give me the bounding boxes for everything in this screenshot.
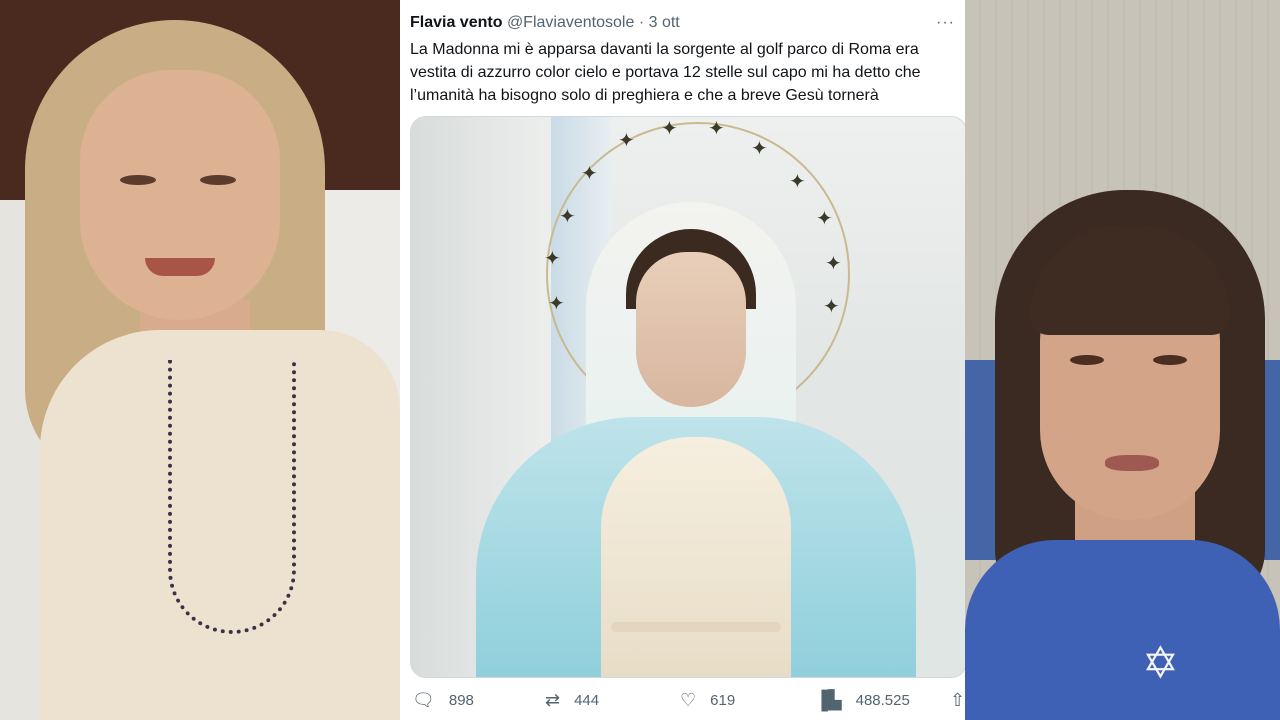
participant-mouth xyxy=(1105,455,1159,471)
reply-icon: 🗨︎ xyxy=(412,690,435,710)
views-bar-chart-icon: ▐▙ xyxy=(815,690,842,710)
header-separator: · xyxy=(638,14,645,31)
halo-star-icon: ✦ xyxy=(581,163,598,185)
retweet-count: 444 xyxy=(574,691,600,709)
participant-mouth xyxy=(145,258,215,276)
like-button[interactable]: ♡ 619 xyxy=(680,688,735,712)
halo-star-icon: ✦ xyxy=(708,118,725,140)
halo-star-icon: ✦ xyxy=(618,130,635,152)
views-count: 488.525 xyxy=(855,691,910,709)
tweet-text: La Madonna mi è apparsa davanti la sorge… xyxy=(410,41,921,104)
halo-star-icon: ✦ xyxy=(823,296,840,318)
statue-sash xyxy=(611,622,781,632)
halo-star-icon: ✦ xyxy=(548,293,565,315)
views-button[interactable]: ▐▙ 488.525 xyxy=(815,688,910,712)
reply-count: 898 xyxy=(448,691,474,709)
participant-eye xyxy=(1153,355,1187,365)
author-name[interactable]: Flavia vento xyxy=(410,14,502,31)
tweet-date[interactable]: 3 ott xyxy=(649,14,680,31)
halo-star-icon: ✦ xyxy=(816,208,833,230)
halo-star-icon: ✦ xyxy=(825,253,842,275)
participant-shirt xyxy=(965,540,1280,720)
participant-necklace xyxy=(168,360,296,634)
right-video-feed: ✡ xyxy=(965,0,1280,720)
more-options-icon[interactable]: ··· xyxy=(936,14,955,32)
star-of-david-pendant-icon: ✡ xyxy=(1142,639,1179,688)
participant-eye xyxy=(120,175,156,185)
author-handle[interactable]: @Flaviaventosole xyxy=(507,14,634,31)
tweet-card[interactable]: Flavia vento @Flaviaventosole · 3 ott ··… xyxy=(400,0,965,720)
halo-star-icon: ✦ xyxy=(661,118,678,140)
left-video-feed xyxy=(0,0,400,720)
statue-face xyxy=(636,252,746,407)
statue-robe xyxy=(601,437,791,677)
halo-star-icon: ✦ xyxy=(559,206,576,228)
halo-star-icon: ✦ xyxy=(751,138,768,160)
halo-star-icon: ✦ xyxy=(789,171,806,193)
retweet-icon: ⇄ xyxy=(545,690,561,710)
tweet-header: Flavia vento @Flaviaventosole · 3 ott ··… xyxy=(410,14,955,36)
heart-icon: ♡ xyxy=(680,690,697,710)
like-count: 619 xyxy=(710,691,736,709)
participant-eye xyxy=(200,175,236,185)
participant-eye xyxy=(1070,355,1104,365)
share-button[interactable]: ⇧ xyxy=(950,688,965,712)
share-icon: ⇧ xyxy=(950,690,965,710)
halo-star-icon: ✦ xyxy=(544,248,561,270)
tweet-actions-bar: 🗨︎ 898 ⇄ 444 ♡ 619 ▐▙ 488.525 ⇧ xyxy=(410,688,965,712)
participant-face xyxy=(80,70,280,320)
reply-button[interactable]: 🗨︎ 898 xyxy=(412,688,474,712)
tweet-image[interactable]: ✦ ✦ ✦ ✦ ✦ ✦ ✦ ✦ ✦ ✦ ✦ ✦ xyxy=(410,116,965,678)
retweet-button[interactable]: ⇄ 444 xyxy=(545,688,599,712)
